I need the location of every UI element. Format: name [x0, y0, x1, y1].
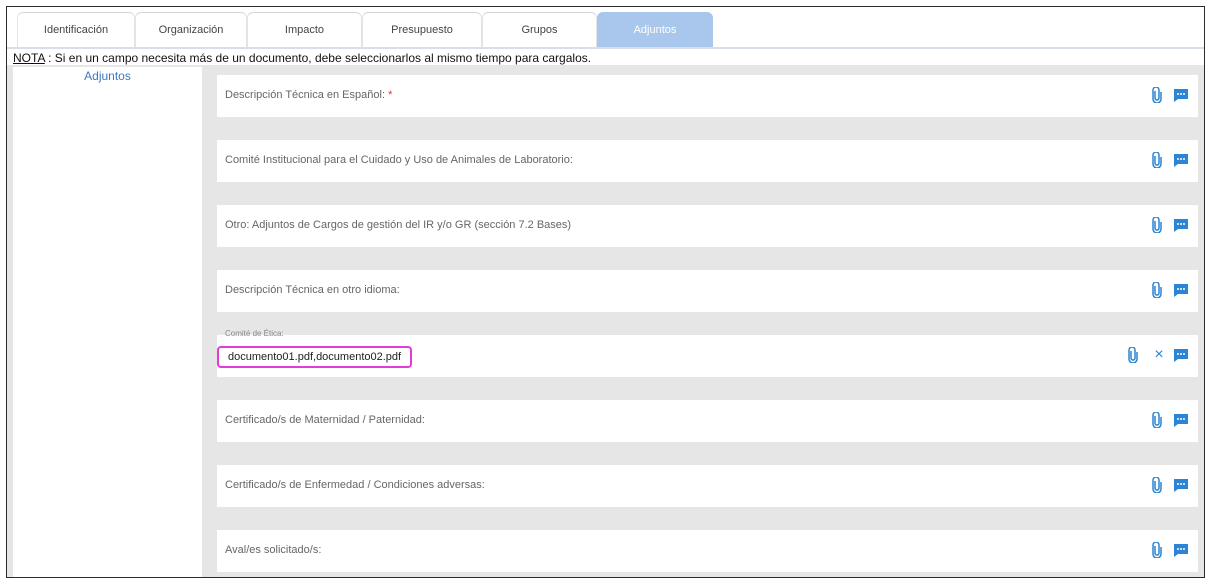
comment-icon[interactable] [1172, 216, 1190, 234]
field-label: Certificado/s de Maternidad / Paternidad… [225, 414, 425, 426]
close-icon[interactable]: × [1150, 346, 1168, 364]
tab-identificacion[interactable]: Identificación [17, 12, 135, 47]
note-text: NOTA : Si en un campo necesita más de un… [13, 51, 591, 65]
sidebar: Adjuntos [13, 67, 202, 577]
field-label: Certificado/s de Enfermedad / Condicione… [225, 479, 485, 491]
tab-adjuntos[interactable]: Adjuntos [597, 12, 713, 47]
field-comite-etica: Comité de Ética: documento01.pdf,documen… [217, 329, 1198, 377]
field-descripcion-otro-idioma: Descripción Técnica en otro idioma: [217, 270, 1198, 312]
comment-icon[interactable] [1172, 411, 1190, 429]
field-label: Otro: Adjuntos de Cargos de gestión del … [225, 219, 572, 231]
field-label: Descripción Técnica en otro idioma: [225, 284, 400, 296]
paperclip-icon[interactable] [1148, 216, 1166, 234]
comment-icon[interactable] [1172, 281, 1190, 299]
tab-impacto[interactable]: Impacto [247, 12, 362, 47]
field-certificado-enfermedad: Certificado/s de Enfermedad / Condicione… [217, 465, 1198, 507]
paperclip-icon[interactable] [1148, 86, 1166, 104]
paperclip-icon[interactable] [1148, 476, 1166, 494]
tab-grupos[interactable]: Grupos [482, 12, 597, 47]
field-aval-solicitado: Aval/es solicitado/s: [217, 530, 1198, 572]
tab-bar: Identificación Organización Impacto Pres… [7, 7, 1204, 49]
field-label-text: Descripción Técnica en Español: [225, 89, 385, 101]
paperclip-icon[interactable] [1148, 541, 1166, 559]
comment-icon[interactable] [1172, 476, 1190, 494]
field-certificado-maternidad: Certificado/s de Maternidad / Paternidad… [217, 400, 1198, 442]
field-label: Comité de Ética: [225, 329, 284, 338]
tab-underline [7, 47, 1204, 49]
tab-presupuesto[interactable]: Presupuesto [362, 12, 482, 47]
paperclip-icon[interactable] [1148, 281, 1166, 299]
field-label: Aval/es solicitado/s: [225, 544, 322, 556]
comment-icon[interactable] [1172, 151, 1190, 169]
field-label: Comité Institucional para el Cuidado y U… [225, 154, 573, 166]
comment-icon[interactable] [1172, 346, 1190, 364]
paperclip-icon[interactable] [1148, 151, 1166, 169]
sidebar-item-adjuntos[interactable]: Adjuntos [13, 69, 202, 83]
paperclip-icon[interactable] [1124, 346, 1142, 364]
field-otro-adjuntos: Otro: Adjuntos de Cargos de gestión del … [217, 205, 1198, 247]
field-label: Descripción Técnica en Español: * [225, 89, 392, 101]
paperclip-icon[interactable] [1148, 411, 1166, 429]
field-descripcion-espanol: Descripción Técnica en Español: * [217, 75, 1198, 117]
comment-icon[interactable] [1172, 541, 1190, 559]
form-frame: Identificación Organización Impacto Pres… [6, 6, 1205, 578]
field-comite-animales: Comité Institucional para el Cuidado y U… [217, 140, 1198, 182]
required-mark: * [388, 89, 393, 101]
tab-organizacion[interactable]: Organización [135, 12, 247, 47]
comment-icon[interactable] [1172, 86, 1190, 104]
note-body: : Si en un campo necesita más de un docu… [44, 51, 592, 65]
file-value-input[interactable]: documento01.pdf,documento02.pdf [217, 346, 413, 368]
note-prefix: NOTA [13, 51, 45, 65]
